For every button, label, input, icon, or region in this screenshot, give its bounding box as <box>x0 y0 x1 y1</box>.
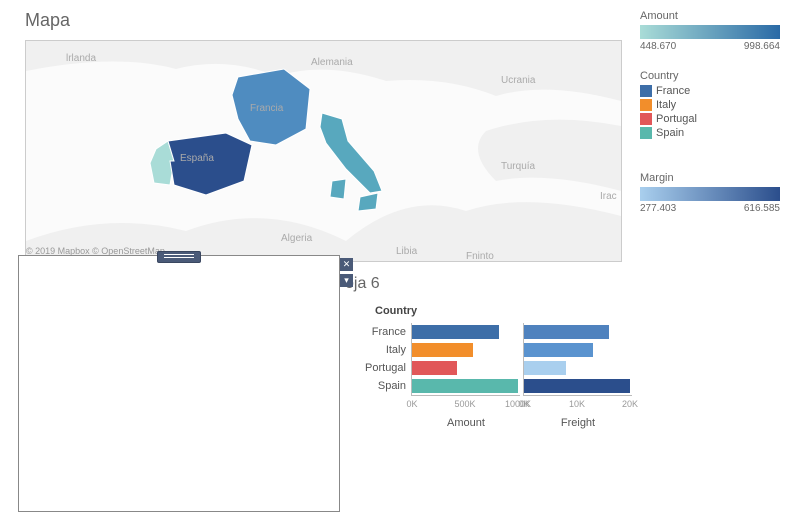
legend-margin-title: Margin <box>640 172 780 184</box>
legend-country-label: Portugal <box>656 113 697 125</box>
legend-amount-title: Amount <box>640 10 780 22</box>
x-tick: 20K <box>622 399 638 409</box>
sheet6-amount-plot: Amount 0K500K1000K <box>411 323 520 396</box>
sheet6-freight-plot: Freight 0K10K20K <box>523 323 632 396</box>
bar[interactable] <box>524 361 566 375</box>
legend-country-label: Spain <box>656 127 684 139</box>
bar[interactable] <box>524 379 630 393</box>
legend-country-label: Italy <box>656 99 676 111</box>
legend-margin-gradient[interactable] <box>640 187 780 201</box>
legend-country: Country France Italy Portugal Spain <box>640 70 697 141</box>
legend-country-item[interactable]: Portugal <box>640 113 697 125</box>
legend-country-label: France <box>656 85 690 97</box>
y-label: France <box>345 323 410 341</box>
legend-country-item[interactable]: France <box>640 85 697 97</box>
legend-amount-min: 448.670 <box>640 41 676 52</box>
close-icon[interactable]: ✕ <box>340 258 353 271</box>
bar[interactable] <box>412 361 457 375</box>
sheet6-col-header: Country <box>375 305 417 317</box>
x-tick: 10K <box>569 399 585 409</box>
map-svg <box>26 41 621 261</box>
legend-amount-gradient[interactable] <box>640 25 780 39</box>
y-label: Italy <box>345 341 410 359</box>
legend-margin-max: 616.585 <box>744 203 780 214</box>
bar[interactable] <box>524 325 609 339</box>
map-viz[interactable]: lrlanda Alemania Ucrania Francia España … <box>25 40 622 262</box>
x-tick: 0K <box>406 399 417 409</box>
legend-swatch <box>640 85 652 97</box>
legend-swatch <box>640 113 652 125</box>
sheet6-y-axis: FranceItalyPortugalSpain <box>345 323 410 395</box>
legend-margin-min: 277.403 <box>640 203 676 214</box>
y-label: Spain <box>345 377 410 395</box>
drag-handle[interactable] <box>157 251 201 263</box>
legend-amount: Amount 448.670 998.664 <box>640 10 780 52</box>
x-tick: 500K <box>454 399 475 409</box>
legend-country-item[interactable]: Italy <box>640 99 697 111</box>
legend-margin: Margin 277.403 616.585 <box>640 172 780 214</box>
y-label: Portugal <box>345 359 410 377</box>
legend-country-title: Country <box>640 70 697 82</box>
bar[interactable] <box>524 343 593 357</box>
freight-axis-title: Freight <box>524 417 632 429</box>
legend-country-item[interactable]: Spain <box>640 127 697 139</box>
bar[interactable] <box>412 379 518 393</box>
sheet6-chart[interactable]: Country FranceItalyPortugalSpain Amount … <box>345 305 640 445</box>
bar[interactable] <box>412 325 499 339</box>
legend-swatch <box>640 99 652 111</box>
x-tick: 0K <box>518 399 529 409</box>
caret-down-icon[interactable]: ▾ <box>340 274 353 287</box>
bar[interactable] <box>412 343 473 357</box>
tooltip-panel[interactable]: ✕ ▾ <box>18 255 340 512</box>
legend-amount-max: 998.664 <box>744 41 780 52</box>
amount-axis-title: Amount <box>412 417 520 429</box>
legend-swatch <box>640 127 652 139</box>
map-title: Mapa <box>25 10 70 31</box>
